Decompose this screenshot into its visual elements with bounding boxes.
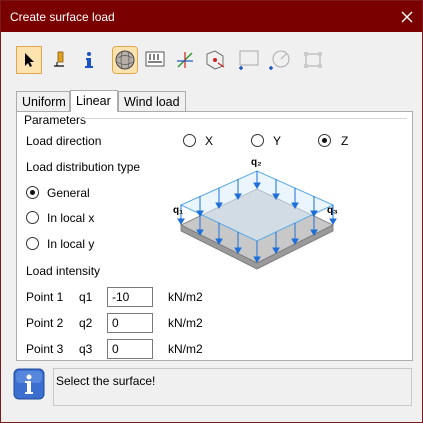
distribution-general-radio[interactable] — [26, 186, 39, 199]
q2-input[interactable] — [107, 313, 153, 333]
q3-input[interactable] — [107, 339, 153, 359]
load-intensity-label: Load intensity — [26, 264, 101, 278]
distribution-type-label: Load distribution type — [26, 160, 141, 174]
axis-icon — [177, 52, 193, 68]
q2-unit: kN/m2 — [168, 316, 203, 330]
rect-select-icon — [239, 50, 259, 70]
distribution-local-x-radio[interactable] — [26, 211, 39, 224]
info-icon — [85, 52, 93, 68]
q2-label: q2 — [79, 316, 93, 330]
close-icon — [401, 11, 412, 22]
close-button[interactable] — [391, 1, 422, 32]
load-diagram: q₁ q₂ q₃ — [173, 157, 338, 270]
distribution-general-label: General — [47, 186, 90, 200]
toolbar — [16, 46, 336, 76]
q1-input[interactable] — [107, 287, 153, 307]
diagram-label-q2: q₂ — [251, 157, 262, 168]
direction-x-radio[interactable] — [183, 134, 196, 147]
direction-z-radio[interactable] — [318, 134, 331, 147]
q1-label: q1 — [79, 290, 93, 304]
diagram-label-q3: q₃ — [327, 205, 338, 216]
status-area: Select the surface! — [13, 368, 412, 406]
mesh-icon — [304, 52, 322, 68]
direction-x-label: X — [205, 134, 214, 148]
select-tool-button[interactable] — [16, 46, 42, 74]
info-tool-button[interactable] — [76, 46, 102, 74]
distribution-local-y-radio[interactable] — [26, 237, 39, 250]
mesh-tool-button[interactable] — [300, 46, 326, 74]
q3-label: q3 — [79, 342, 93, 356]
pointer-icon — [25, 53, 34, 67]
circle-select-button[interactable] — [266, 46, 292, 74]
axis-tool-button[interactable] — [172, 46, 198, 74]
distribution-local-x-label: In local x — [47, 211, 95, 225]
parameters-group-label: Parameters — [24, 113, 87, 127]
direction-y-radio[interactable] — [251, 134, 264, 147]
q3-unit: kN/m2 — [168, 342, 203, 356]
sphere-icon — [115, 50, 135, 70]
point-3-label: Point 3 — [26, 342, 64, 356]
group-divider — [79, 118, 407, 119]
load-direction-label: Load direction — [26, 134, 102, 148]
direction-z-label: Z — [341, 134, 349, 148]
tab-uniform[interactable]: Uniform — [16, 91, 70, 111]
direction-y-label: Y — [273, 134, 282, 148]
paint-tool-button[interactable] — [46, 46, 72, 74]
tab-wind-load[interactable]: Wind load — [118, 91, 186, 111]
paint-icon — [54, 51, 64, 67]
sphere-tool-button[interactable] — [112, 46, 138, 74]
node-move-icon — [206, 50, 225, 70]
point-1-label: Point 1 — [26, 290, 64, 304]
q1-unit: kN/m2 — [168, 290, 203, 304]
rect-select-button[interactable] — [236, 46, 262, 74]
title-bar: Create surface load — [1, 1, 422, 32]
node-move-button[interactable] — [202, 46, 228, 74]
circle-select-icon — [269, 50, 290, 70]
load-table-button[interactable] — [142, 46, 168, 74]
point-2-label: Point 2 — [26, 316, 64, 330]
distribution-local-y-label: In local y — [47, 237, 95, 251]
status-message: Select the surface! — [56, 374, 156, 388]
tab-linear[interactable]: Linear — [70, 90, 118, 112]
load-table-icon — [145, 51, 165, 67]
info-icon — [13, 368, 45, 400]
dialog-window: Create surface load Uniform Linear Wind … — [0, 0, 423, 423]
window-title: Create surface load — [10, 10, 115, 24]
diagram-label-q1: q₁ — [173, 205, 183, 216]
